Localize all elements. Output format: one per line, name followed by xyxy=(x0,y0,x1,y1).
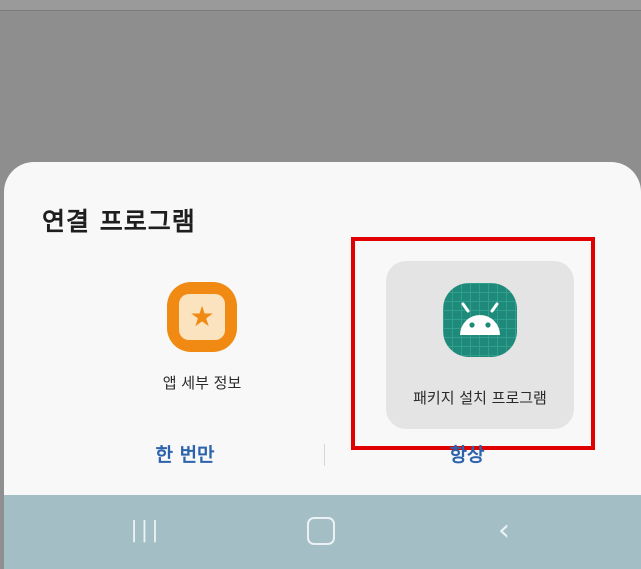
app-option-app-details[interactable]: ★ 앱 세부 정보 xyxy=(122,268,282,393)
recent-apps-icon[interactable]: ||| xyxy=(126,513,166,549)
action-divider xyxy=(324,444,325,466)
always-button[interactable]: 항상 xyxy=(392,440,542,467)
app-label-app-details: 앱 세부 정보 xyxy=(162,374,242,392)
back-icon[interactable]: ‹ xyxy=(484,513,524,549)
navigation-bar: ||| ‹ xyxy=(4,495,641,569)
app-details-icon: ★ xyxy=(167,282,237,352)
dimmed-background[interactable] xyxy=(0,11,641,181)
just-once-button[interactable]: 한 번만 xyxy=(110,440,260,467)
selection-highlight xyxy=(351,237,595,450)
sheet-title: 연결 프로그램 xyxy=(42,207,196,236)
home-icon[interactable] xyxy=(301,513,341,549)
status-bar-edge xyxy=(0,0,641,11)
